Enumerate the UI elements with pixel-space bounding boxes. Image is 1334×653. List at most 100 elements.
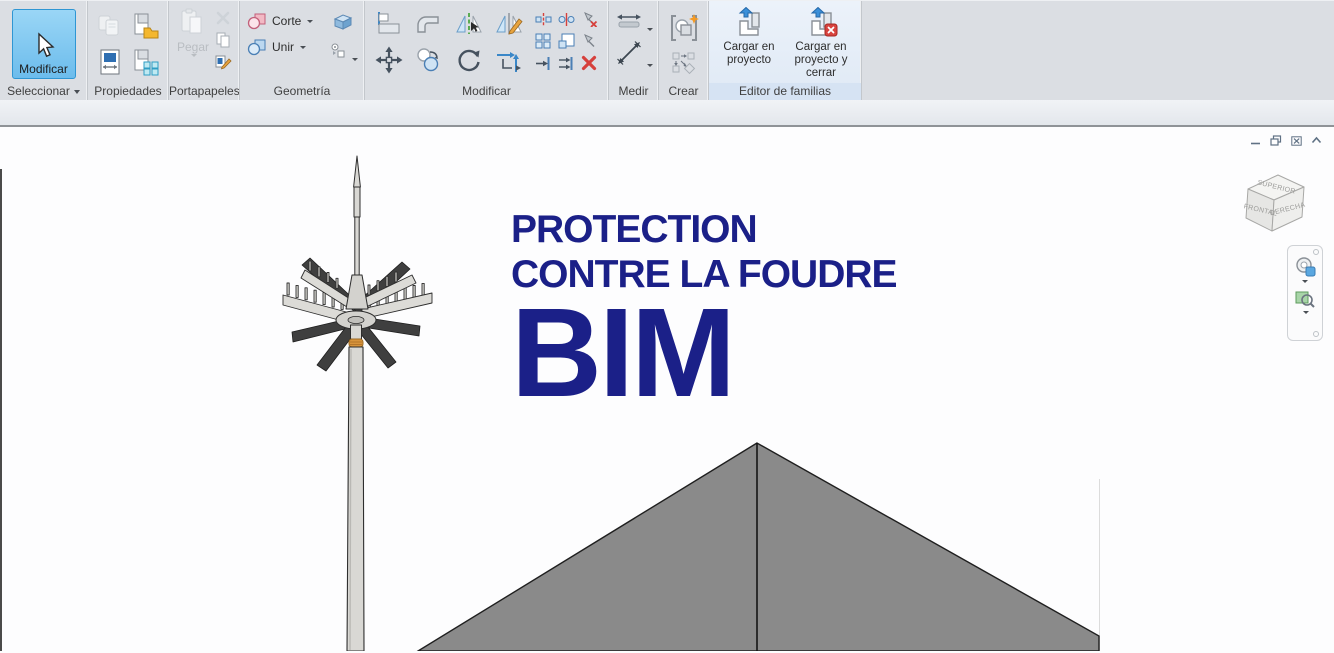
chevron-down-icon (647, 28, 653, 31)
chevron-down-icon (352, 58, 358, 61)
cut-button-disabled[interactable] (214, 9, 232, 27)
navigation-bar (1287, 245, 1323, 341)
panel-seleccionar-content: Modificar (0, 1, 87, 83)
paste-button-disabled[interactable]: Pegar (175, 7, 211, 71)
title-line-1: PROTECTION (511, 207, 897, 252)
ribbon-empty-area (862, 1, 1334, 100)
revit-family-editor-window: Modificar Seleccionar (0, 0, 1334, 653)
rotate-button[interactable] (451, 43, 487, 77)
trim-extend-single-button[interactable] (533, 53, 553, 73)
measure-between-refs-button[interactable] (615, 11, 643, 31)
trim-extend-corner-button[interactable] (491, 43, 527, 77)
scale-button[interactable] (556, 31, 576, 51)
zoom-region-icon[interactable] (1294, 289, 1316, 309)
family-types-grid-icon (131, 48, 161, 76)
join-geometry-icon (246, 37, 268, 57)
cut-x-icon (215, 10, 231, 26)
move-button[interactable] (371, 43, 407, 77)
panel-label-portapapeles: Portapapeles (169, 83, 239, 100)
mirror-draw-axis-button[interactable] (491, 7, 527, 41)
align-button[interactable] (371, 7, 407, 41)
chevron-down-icon (191, 54, 197, 57)
family-category-button[interactable] (130, 9, 162, 43)
panel-geometria: Corte Unir (240, 1, 365, 100)
viewcube[interactable]: SUPERIOR FRONTAL DERECHA (1232, 165, 1318, 245)
title-overlay: PROTECTION CONTRE LA FOUDRE BIM (511, 207, 897, 407)
panel-label-propiedades: Propiedades (88, 83, 168, 100)
family-types-disabled-button[interactable] (94, 9, 126, 43)
chevron-down-icon (647, 64, 653, 67)
trim-extend-multiple-button[interactable] (556, 53, 576, 73)
pin-icon (581, 33, 597, 49)
restore-window-icon[interactable] (1270, 135, 1282, 146)
unpin-icon (581, 11, 598, 27)
split-with-gap-button[interactable] (556, 9, 576, 29)
array-button[interactable] (533, 31, 553, 51)
panel-label-crear: Crear (659, 83, 708, 100)
mirror-pick-axis-button[interactable] (451, 7, 487, 41)
panel-label-seleccionar[interactable]: Seleccionar (0, 83, 87, 100)
navbar-options-icon[interactable] (1313, 331, 1319, 337)
chevron-down-icon (307, 20, 313, 23)
load-into-project-and-close-button[interactable]: Cargar en proyecto y cerrar (785, 7, 857, 80)
join-geometry-button[interactable]: Unir (246, 37, 313, 57)
paste-button-label: Pegar (177, 40, 209, 54)
panel-editor-familias-content: Cargar en proyecto Cargar en proyecto y … (709, 1, 861, 83)
load-into-project-and-close-label: Cargar en proyecto y cerrar (785, 41, 857, 80)
copy-button[interactable] (411, 43, 447, 77)
panel-medir-content (609, 1, 658, 83)
load-as-group-button[interactable] (670, 50, 698, 76)
chevron-down-icon (74, 90, 80, 94)
chevron-down-icon[interactable] (1303, 311, 1309, 314)
panel-crear-content (659, 1, 708, 83)
paint-button[interactable] (331, 11, 355, 33)
measure-button[interactable] (615, 39, 643, 67)
chevron-down-icon[interactable] (1302, 280, 1308, 283)
delete-button[interactable] (579, 53, 599, 73)
mirror-pick-axis-icon (454, 10, 484, 38)
cut-geometry-button[interactable]: Corte (246, 11, 313, 31)
minimize-icon[interactable] (1250, 136, 1261, 146)
split-element-button[interactable] (533, 9, 553, 29)
paint-box-icon (332, 12, 354, 32)
steering-wheel-icon[interactable] (1293, 256, 1317, 278)
family-types-disabled-icon (96, 12, 124, 40)
chevron-up-icon[interactable] (1311, 136, 1322, 145)
create-group-button[interactable] (667, 11, 701, 45)
measure-dimension-icon (616, 12, 642, 30)
match-type-pen-icon (214, 54, 232, 70)
copy-icon (414, 46, 444, 74)
load-into-project-button[interactable]: Cargar en proyecto (713, 7, 785, 80)
properties-palette-button[interactable] (94, 45, 126, 79)
rotate-icon (454, 45, 484, 75)
drawing-canvas[interactable]: PROTECTION CONTRE LA FOUDRE BIM (0, 127, 1334, 651)
panel-geometria-content: Corte Unir (240, 1, 364, 83)
family-types-button[interactable] (130, 45, 162, 79)
modify-button[interactable]: Modificar (12, 9, 76, 79)
paste-clipboard-icon (178, 7, 208, 39)
trim-extend-multiple-icon (558, 56, 575, 71)
properties-palette-icon (96, 48, 124, 76)
copy-to-clipboard-button[interactable] (214, 30, 232, 50)
panel-modificar-content (365, 1, 608, 83)
create-group-icon (668, 12, 700, 44)
pin-button[interactable] (579, 31, 599, 51)
connectors-button[interactable] (328, 41, 348, 61)
offset-button[interactable] (411, 7, 447, 41)
chevron-down-icon (300, 46, 306, 49)
offset-icon (414, 10, 444, 38)
match-type-properties-button[interactable] (213, 53, 233, 71)
join-geometry-label: Unir (272, 40, 294, 54)
unpin-button[interactable] (579, 9, 599, 29)
panel-seleccionar: Modificar Seleccionar (0, 1, 88, 100)
load-into-project-and-close-icon (804, 7, 838, 39)
navbar-gear-icon[interactable] (1313, 249, 1319, 255)
cut-geometry-icon (246, 11, 268, 31)
panel-label-editor-familias: Editor de familias (709, 83, 861, 100)
array-icon (535, 33, 551, 49)
scale-icon (558, 33, 575, 49)
cut-geometry-label: Corte (272, 14, 301, 28)
modify-button-label: Modificar (19, 62, 68, 76)
panel-medir: Medir (609, 1, 659, 100)
close-window-icon[interactable] (1291, 136, 1302, 146)
